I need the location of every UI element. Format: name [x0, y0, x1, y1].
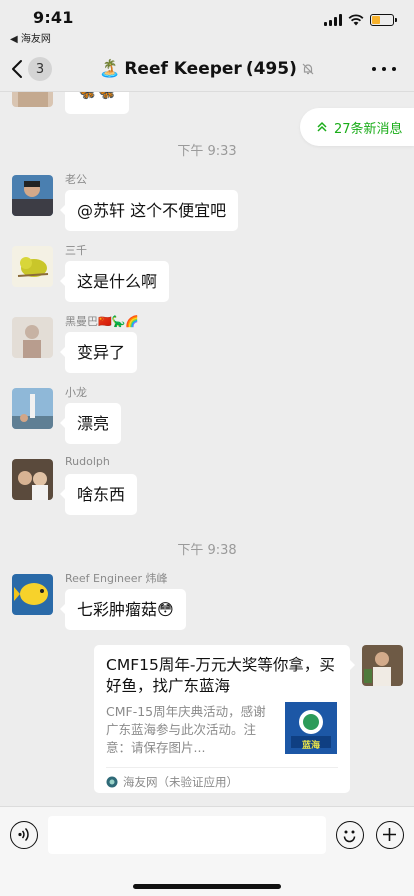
more-options-button[interactable] [372, 58, 396, 80]
app-logo-icon [106, 776, 118, 788]
sender-name: Reef Engineer 炜峰 [65, 572, 168, 585]
cellular-signal-icon [324, 14, 342, 26]
new-messages-label: 27条新消息 [334, 121, 403, 137]
link-card-thumb-text: 蓝海 [301, 741, 320, 751]
group-name: Reef Keeper [124, 59, 242, 79]
message-bubble[interactable]: 七彩肿瘤菇😳 [60, 589, 186, 630]
timestamp: 下午 9:38 [177, 543, 237, 558]
status-icons [324, 14, 397, 26]
double-chevron-up-icon [317, 121, 327, 132]
mute-bell-icon [302, 63, 314, 75]
link-card[interactable]: CMF15周年-万元大奖等你拿，买好鱼，找广东蓝海 CMF-15周年庆典活动，感… [94, 645, 355, 793]
more-actions-button[interactable] [376, 821, 404, 849]
input-toolbar [0, 806, 414, 896]
avatar[interactable] [12, 574, 53, 615]
sender-name: 老公 [65, 173, 87, 186]
smiley-icon [343, 830, 356, 843]
sender-name: Rudolph [65, 455, 110, 468]
member-count: (495) [245, 59, 297, 79]
island-emoji-icon: 🏝️ [99, 59, 121, 79]
status-time: 9:41 [33, 8, 74, 27]
voice-input-button[interactable] [10, 821, 38, 849]
message-list[interactable]: 🦋🦋 27条新消息 下午 9:33 老公 @苏轩 这个不便宜吧 三千 这是什么啊… [0, 92, 414, 806]
link-card-title: CMF15周年-万元大奖等你拿，买好鱼，找广东蓝海 [106, 656, 335, 695]
battery-icon [370, 14, 397, 26]
message-bubble[interactable]: 啥东西 [59, 474, 138, 515]
chat-header: 3 🏝️ Reef Keeper (495) [0, 46, 414, 92]
avatar[interactable] [12, 317, 53, 358]
link-card-description: CMF-15周年庆典活动，感谢广东蓝海参与此次活动。注意：请保存图片... [106, 704, 266, 755]
avatar[interactable] [12, 459, 53, 500]
message-bubble[interactable]: 变异了 [59, 332, 138, 373]
avatar[interactable] [12, 388, 53, 429]
wifi-icon [348, 14, 364, 26]
timestamp: 下午 9:33 [177, 144, 237, 159]
message-bubble[interactable]: @苏轩 这个不便宜吧 [59, 190, 239, 231]
avatar[interactable] [12, 175, 53, 216]
avatar[interactable] [12, 92, 53, 107]
sender-name: 小龙 [65, 386, 87, 399]
sender-name: 三千 [65, 244, 87, 257]
chat-title: 🏝️ Reef Keeper (495) [0, 59, 414, 79]
link-card-source: 海友网（未验证应用） [106, 767, 338, 790]
home-indicator[interactable] [133, 884, 281, 889]
message-bubble[interactable]: 漂亮 [59, 403, 122, 444]
plus-icon [383, 828, 396, 841]
status-bar: 9:41 ◀ 海友网 [0, 0, 414, 46]
link-card-thumbnail: 蓝海 [285, 702, 337, 754]
message-bubble[interactable]: 这是什么啊 [59, 261, 170, 302]
emoji-button[interactable] [336, 821, 364, 849]
back-to-app-link[interactable]: ◀ 海友网 [10, 30, 51, 45]
avatar[interactable] [12, 246, 53, 287]
link-card-source-label: 海友网（未验证应用） [123, 775, 238, 789]
sender-name: 黑曼巴🇨🇳🦕🌈 [65, 315, 140, 328]
my-avatar[interactable] [362, 645, 403, 686]
message-input[interactable] [48, 816, 326, 854]
message-bubble[interactable]: 🦋🦋 [65, 92, 129, 114]
voice-icon [18, 827, 29, 842]
